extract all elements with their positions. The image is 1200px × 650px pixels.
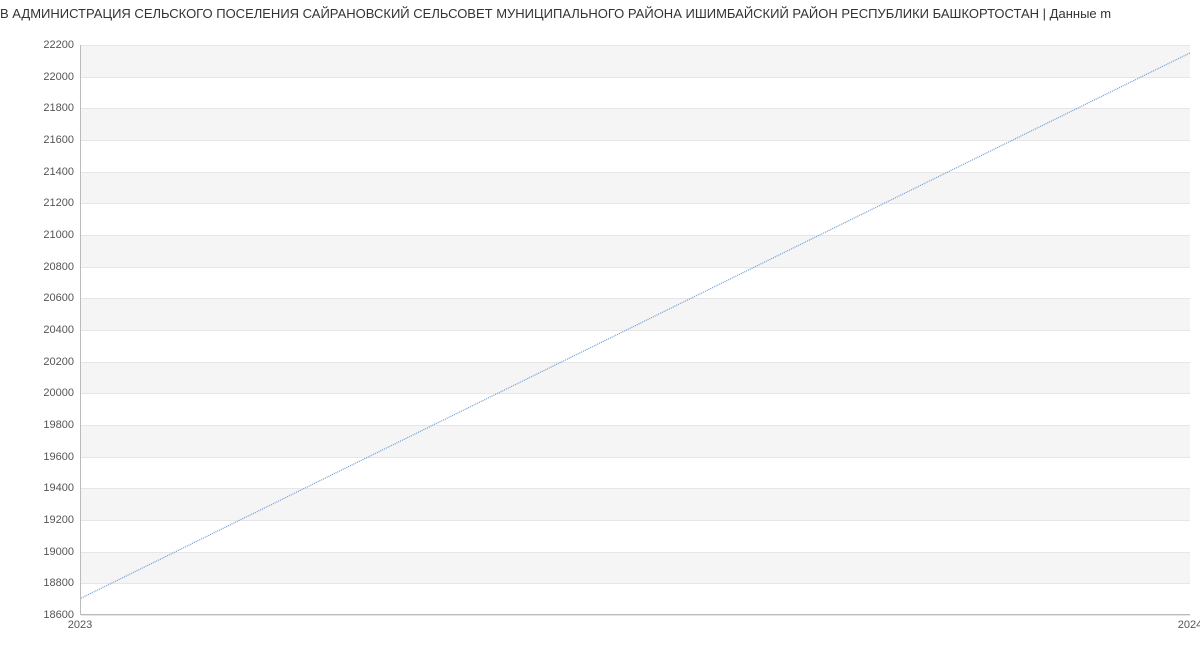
- y-tick-label: 20600: [4, 292, 74, 304]
- chart-container: 18600 18800 19000 19200 19400 19600 19800 20000…: [0, 23, 1200, 643]
- x-tick-label: 2023: [68, 619, 92, 631]
- chart-title: В АДМИНИСТРАЦИЯ СЕЛЬСКОГО ПОСЕЛЕНИЯ САЙР…: [0, 0, 1200, 23]
- x-tick-label: 2024: [1178, 619, 1200, 631]
- gridline: [81, 615, 1190, 616]
- y-tick-label: 19800: [4, 419, 74, 431]
- line-plot: [81, 45, 1190, 614]
- y-tick-label: 20800: [4, 261, 74, 273]
- y-tick-label: 19200: [4, 514, 74, 526]
- y-tick-label: 21200: [4, 197, 74, 209]
- y-tick-label: 18800: [4, 577, 74, 589]
- y-tick-label: 19600: [4, 451, 74, 463]
- plot-area: [80, 45, 1190, 615]
- y-tick-label: 20400: [4, 324, 74, 336]
- y-tick-label: 21600: [4, 134, 74, 146]
- y-tick-label: 22000: [4, 71, 74, 83]
- y-tick-label: 21400: [4, 166, 74, 178]
- y-tick-label: 22200: [4, 39, 74, 51]
- y-tick-label: 21800: [4, 102, 74, 114]
- y-tick-label: 19000: [4, 546, 74, 558]
- y-tick-label: 21000: [4, 229, 74, 241]
- y-tick-label: 20200: [4, 356, 74, 368]
- y-tick-label: 18600: [4, 609, 74, 621]
- y-tick-label: 19400: [4, 482, 74, 494]
- y-tick-label: 20000: [4, 387, 74, 399]
- data-line: [81, 53, 1190, 598]
